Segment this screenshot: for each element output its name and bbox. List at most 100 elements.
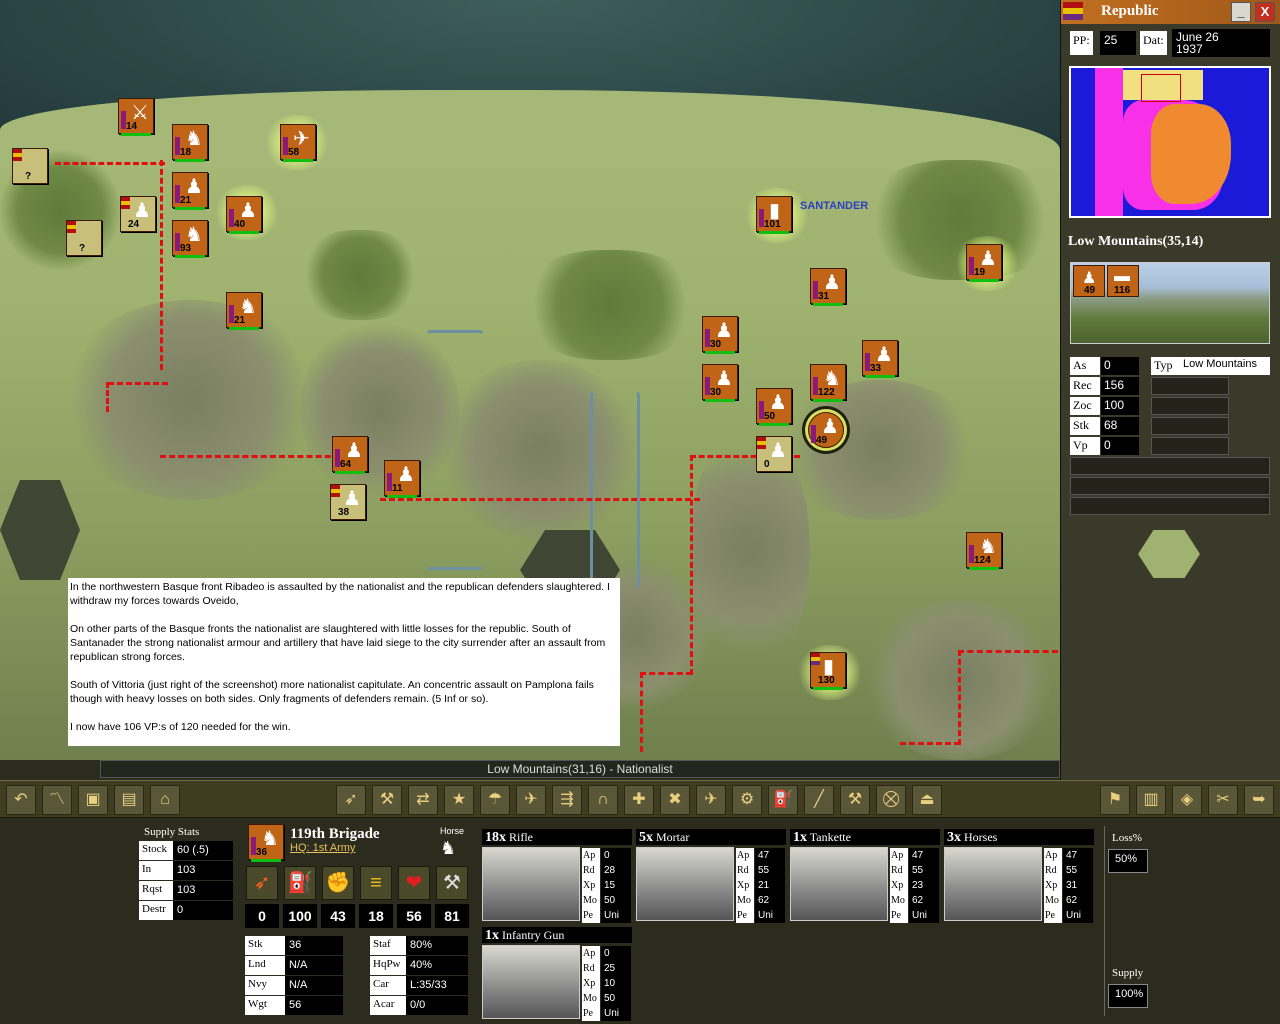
equipment-card-infantry-gun[interactable]: 1x Infantry Gun Ap 0 Rd 25 Xp 10 Mo 50 Pe Uni bbox=[482, 927, 632, 1021]
unit-counter[interactable]: ♞ 21 bbox=[226, 292, 262, 330]
unit-counter[interactable]: ♟ 21 bbox=[172, 172, 208, 210]
unit-counter[interactable]: ♞ 124 bbox=[966, 532, 1002, 570]
exit-icon[interactable]: ⏏ bbox=[912, 785, 942, 815]
artillery-mode-icon[interactable]: ➶ bbox=[336, 785, 366, 815]
stat-experience: 18 bbox=[359, 904, 393, 928]
transport-label: Horse bbox=[440, 826, 465, 836]
unit-counter[interactable]: ♟ 38 bbox=[330, 484, 366, 520]
supply-label: Supply bbox=[1112, 967, 1144, 979]
minimap-nationalist bbox=[1095, 68, 1123, 216]
terrain-picture: ♟ 49 ▬ 116 bbox=[1070, 262, 1270, 344]
line-icon[interactable]: ╱ bbox=[804, 785, 834, 815]
unit-counter[interactable]: ♟ 24 bbox=[120, 196, 156, 232]
unit-stat-value: L:35/33 bbox=[406, 976, 468, 995]
paradrop-icon[interactable]: ☂ bbox=[480, 785, 510, 815]
hex-unit-thumb[interactable]: ♟ 49 bbox=[1073, 265, 1105, 297]
unit-counter[interactable]: ♟ 0 bbox=[756, 436, 792, 472]
stat-entrench: 81 bbox=[435, 904, 469, 928]
empty-slot bbox=[1070, 477, 1270, 495]
settings-tools-icon[interactable]: ✂ bbox=[1208, 785, 1238, 815]
unit-counter[interactable]: ♟ 40 bbox=[226, 196, 262, 234]
unit-counter[interactable]: ♞ 93 bbox=[172, 220, 208, 258]
flag-icon[interactable]: ⚑ bbox=[1100, 785, 1130, 815]
selected-unit-portrait[interactable]: ♞ 36 bbox=[248, 824, 284, 862]
engineer-icon[interactable]: ⚒ bbox=[840, 785, 870, 815]
city-label-santander: SANTANDER bbox=[800, 200, 869, 212]
stat-value: 0 bbox=[1101, 357, 1139, 375]
unit-counter[interactable]: ♞ 18 bbox=[172, 124, 208, 162]
unit-counter[interactable]: ♟ 30 bbox=[702, 364, 738, 402]
entrench-icon: ⚒ bbox=[436, 866, 468, 900]
supply-value: 100% bbox=[1108, 984, 1148, 1008]
stat-value: 0 bbox=[1101, 437, 1139, 455]
unit-counter[interactable]: ▮ 130 bbox=[810, 652, 846, 690]
supply-value: 103 bbox=[173, 861, 233, 880]
unit-counter[interactable]: ♟ 30 bbox=[702, 316, 738, 354]
equipment-card-horses[interactable]: 3x Horses Ap 47 Rd 55 Xp 31 Mo 62 Pe Uni bbox=[944, 829, 1094, 923]
bridge-icon[interactable]: ∩ bbox=[588, 785, 618, 815]
stats-graph-icon[interactable]: 〽 bbox=[42, 785, 72, 815]
rail-mode-icon[interactable]: ⇶ bbox=[552, 785, 582, 815]
build-mode-icon[interactable]: ⚒ bbox=[372, 785, 402, 815]
unit-counter[interactable]: ♟ 19 bbox=[966, 244, 1002, 282]
hq-report-icon[interactable]: ▤ bbox=[114, 785, 144, 815]
supply-icon[interactable]: ⛽ bbox=[768, 785, 798, 815]
equipment-card-tankette[interactable]: 1x Tankette Ap 47 Rd 55 Xp 23 Mo 62 Pe Uni bbox=[790, 829, 940, 923]
selected-unit-counter[interactable]: ♟ 49 bbox=[808, 412, 844, 448]
handbook-icon[interactable]: ▥ bbox=[1136, 785, 1166, 815]
loss-value: 50% bbox=[1108, 849, 1148, 873]
unit-counter[interactable]: ▮ 101 bbox=[756, 196, 792, 234]
unit-counter[interactable]: ♟ 64 bbox=[332, 436, 368, 474]
unit-counter-unknown[interactable]: ? bbox=[12, 148, 48, 184]
faction-titlebar: Republic _ X bbox=[1061, 0, 1280, 24]
unit-counter[interactable]: ✈ 58 bbox=[280, 124, 316, 162]
air-mode-icon[interactable]: ✈ bbox=[516, 785, 546, 815]
empty-slot bbox=[1151, 417, 1229, 435]
undo-icon[interactable]: ↶ bbox=[6, 785, 36, 815]
hex-unit-thumb[interactable]: ▬ 116 bbox=[1107, 265, 1139, 297]
front-line bbox=[106, 382, 109, 412]
front-line bbox=[160, 160, 163, 370]
computer-icon[interactable]: ▣ bbox=[78, 785, 108, 815]
unit-counter-unknown[interactable]: ? bbox=[66, 220, 102, 256]
terrain-title: Low Mountains(35,14) bbox=[1068, 234, 1204, 249]
unit-counter[interactable]: ♟ 31 bbox=[810, 268, 846, 306]
close-button[interactable]: X bbox=[1255, 2, 1275, 22]
horses-photo bbox=[944, 847, 1042, 921]
unit-stat-value: N/A bbox=[285, 956, 343, 975]
equipment-card-mortar[interactable]: 5x Mortar Ap 47 Rd 55 Xp 21 Mo 62 Pe Uni bbox=[636, 829, 786, 923]
unit-counter[interactable]: ♞ 122 bbox=[810, 364, 846, 402]
add-unit-icon[interactable]: ✚ bbox=[624, 785, 654, 815]
cancel-supply-icon[interactable]: ⛒ bbox=[876, 785, 906, 815]
transfer-icon[interactable]: ⇄ bbox=[408, 785, 438, 815]
overview-map-icon[interactable]: ◈ bbox=[1172, 785, 1202, 815]
strategic-bomb-icon[interactable]: ✈ bbox=[696, 785, 726, 815]
minimap-view-rect bbox=[1141, 74, 1181, 102]
unit-counter[interactable]: ♟ 33 bbox=[862, 340, 898, 378]
strategic-minimap[interactable] bbox=[1069, 66, 1271, 218]
disband-icon[interactable]: ✖ bbox=[660, 785, 690, 815]
unit-counter[interactable]: ♟ 11 bbox=[384, 460, 420, 498]
game-map[interactable]: SANTANDER ⚔ 14 ♞ 18 ✈ 58 ? ♟ 21 ♟ 40 ♟ 24 ♞ 93 … bbox=[0, 0, 1060, 760]
unit-counter[interactable]: ⚔ 14 bbox=[118, 98, 154, 136]
story-paragraph: South of Vittoria (just right of the scr… bbox=[70, 679, 594, 705]
rifle-photo bbox=[482, 847, 580, 921]
front-line bbox=[55, 162, 165, 165]
unit-stat-key: Staf bbox=[370, 936, 406, 955]
front-line bbox=[958, 650, 1058, 653]
repair-icon[interactable]: ⚙ bbox=[732, 785, 762, 815]
unit-name: 119th Brigade bbox=[290, 826, 380, 842]
equipment-card-rifle[interactable]: 18x Rifle Ap 0 Rd 28 Xp 15 Mo 50 Pe Uni bbox=[482, 829, 632, 923]
minimize-button[interactable]: _ bbox=[1231, 2, 1251, 22]
stat-attack: 0 bbox=[245, 904, 279, 928]
mountain-area bbox=[60, 300, 320, 500]
divider bbox=[1104, 826, 1105, 1016]
end-turn-icon[interactable]: ➥ bbox=[1244, 785, 1274, 815]
stat-key: Vp bbox=[1070, 437, 1100, 455]
production-icon[interactable]: ⌂ bbox=[150, 785, 180, 815]
stat-morale: 43 bbox=[321, 904, 355, 928]
unit-hq-link[interactable]: HQ: 1st Army bbox=[290, 842, 355, 854]
hq-mode-icon[interactable]: ★ bbox=[444, 785, 474, 815]
unit-counter[interactable]: ♟ 50 bbox=[756, 388, 792, 426]
hex-status-bar: Low Mountains(31,16) - Nationalist bbox=[100, 760, 1060, 778]
